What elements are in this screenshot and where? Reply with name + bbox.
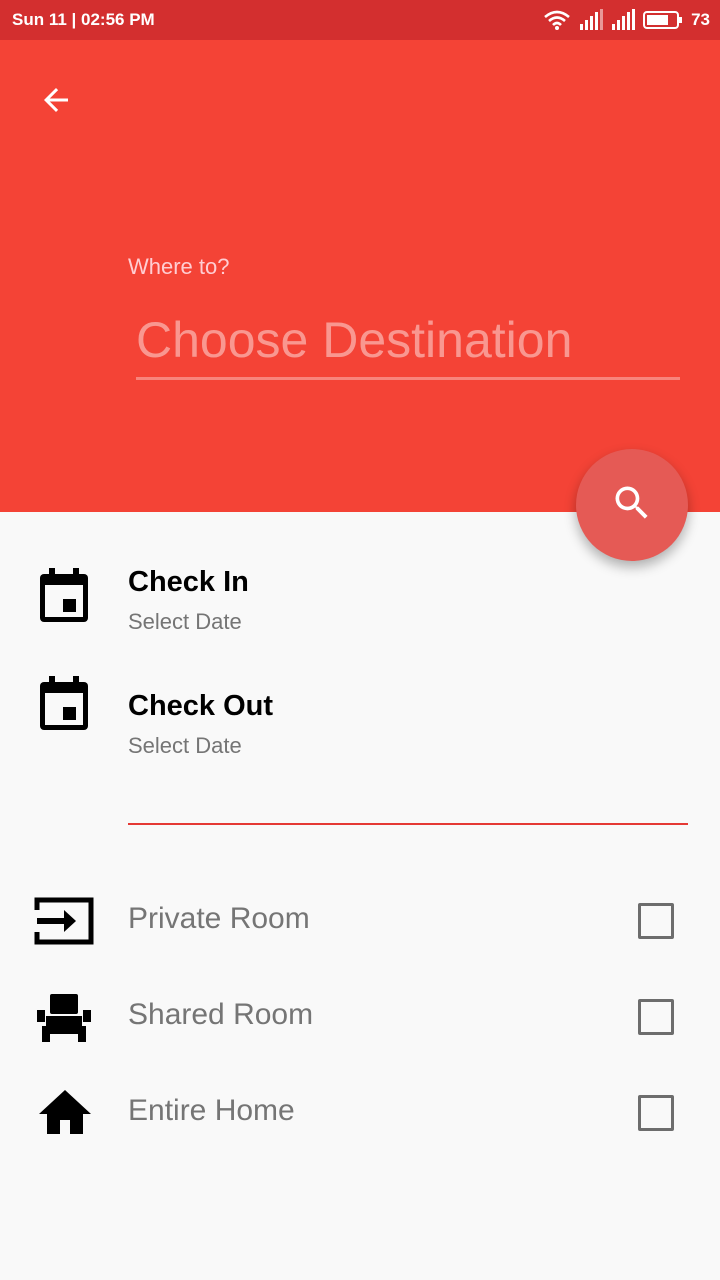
calendar-icon — [38, 568, 90, 629]
check-out-title: Check Out — [128, 690, 274, 722]
shared-room-icon — [34, 992, 94, 1049]
shared-room-checkbox[interactable] — [638, 999, 674, 1035]
arrow-back-icon — [38, 82, 74, 123]
divider — [128, 823, 688, 825]
entire-home-checkbox[interactable] — [638, 1095, 674, 1131]
shared-room-label: Shared Room — [128, 998, 314, 1031]
signal-icon — [579, 9, 604, 31]
entire-home-row[interactable]: Entire Home — [0, 1078, 720, 1148]
search-header: Where to? — [0, 40, 720, 512]
check-in-subtitle: Select Date — [128, 609, 242, 634]
back-button[interactable] — [30, 76, 82, 128]
private-room-checkbox[interactable] — [638, 903, 674, 939]
search-icon — [610, 481, 654, 530]
calendar-icon — [38, 676, 90, 737]
check-out-subtitle: Select Date — [128, 733, 242, 758]
search-button[interactable] — [576, 449, 688, 561]
status-bar: Sun 11 | 02:56 PM 73 — [0, 0, 720, 40]
battery-icon — [643, 10, 683, 30]
private-room-label: Private Room — [128, 902, 310, 935]
destination-input[interactable] — [136, 302, 680, 380]
private-room-icon — [34, 896, 94, 951]
home-icon — [38, 1088, 92, 1141]
check-in-title: Check In — [128, 566, 249, 598]
wifi-icon — [543, 10, 571, 30]
check-in-row[interactable]: Check In Select Date — [0, 566, 720, 652]
battery-level: 73 — [691, 10, 710, 29]
where-to-label: Where to? — [128, 254, 230, 279]
shared-room-row[interactable]: Shared Room — [0, 982, 720, 1052]
status-icons: 73 — [543, 8, 710, 32]
signal-icon — [611, 9, 636, 31]
status-time: Sun 11 | 02:56 PM — [12, 10, 155, 29]
private-room-row[interactable]: Private Room — [0, 886, 720, 956]
check-out-row[interactable]: Check Out Select Date — [0, 676, 720, 762]
entire-home-label: Entire Home — [128, 1094, 295, 1127]
